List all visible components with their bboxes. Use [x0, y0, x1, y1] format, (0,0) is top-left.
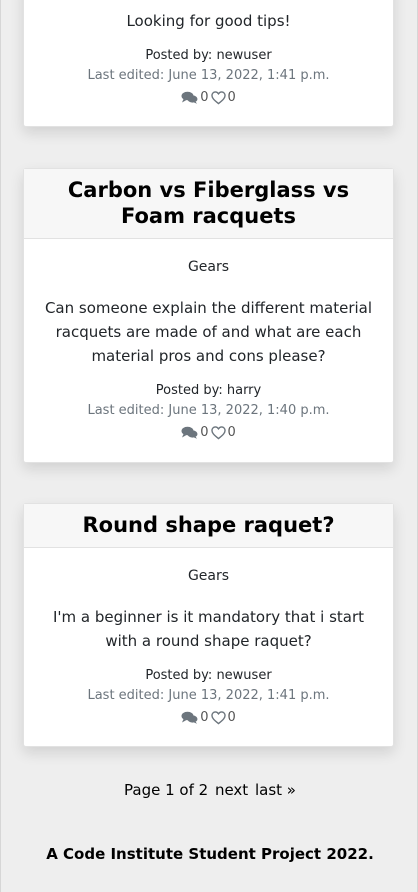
post-card[interactable]: Looking for good tips! Posted by: newuse…	[23, 0, 394, 127]
page-indicator: Page 1 of 2	[124, 781, 209, 799]
post-author: Posted by: newuser	[145, 48, 272, 63]
post-edited: Last edited: June 13, 2022, 1:41 p.m.	[87, 688, 330, 703]
post-title[interactable]: Round shape raquet?	[24, 504, 393, 548]
post-stats: 0 0	[24, 90, 393, 106]
comments-icon	[181, 710, 198, 726]
next-page-link[interactable]: next	[215, 781, 248, 799]
last-page-link[interactable]: last »	[255, 781, 296, 799]
post-category: Gears	[187, 259, 230, 275]
post-stats: 0 0	[24, 710, 393, 726]
post-content: Can someone explain the different materi…	[44, 299, 373, 365]
pagination: Page 1 of 2 next last »	[1, 781, 418, 799]
post-author: Posted by: newuser	[145, 668, 272, 683]
comments-icon	[181, 90, 198, 106]
post-title[interactable]: Carbon vs Fiberglass vs Foam racquets	[24, 169, 393, 239]
post-card[interactable]: Carbon vs Fiberglass vs Foam racquets Ge…	[23, 168, 394, 463]
post-edited: Last edited: June 13, 2022, 1:41 p.m.	[87, 68, 330, 83]
comments-count: 0	[200, 710, 209, 725]
likes-count: 0	[227, 90, 236, 105]
comments-count: 0	[200, 425, 209, 440]
post-edited: Last edited: June 13, 2022, 1:40 p.m.	[87, 403, 330, 418]
footer-text: A Code Institute Student Project 2022.	[46, 845, 374, 863]
post-content: Looking for good tips!	[126, 12, 291, 30]
comments-icon	[181, 425, 198, 441]
likes-count: 0	[227, 425, 236, 440]
heart-icon[interactable]	[210, 425, 226, 441]
likes-count: 0	[227, 710, 236, 725]
post-card[interactable]: Round shape raquet? Gears I'm a beginner…	[23, 503, 394, 747]
comments-count: 0	[200, 90, 209, 105]
post-content: I'm a beginner is it mandatory that i st…	[52, 608, 365, 650]
post-category: Gears	[187, 568, 230, 584]
heart-icon[interactable]	[210, 90, 226, 106]
post-author: Posted by: harry	[155, 383, 262, 398]
heart-icon[interactable]	[210, 710, 226, 726]
post-stats: 0 0	[24, 425, 393, 441]
